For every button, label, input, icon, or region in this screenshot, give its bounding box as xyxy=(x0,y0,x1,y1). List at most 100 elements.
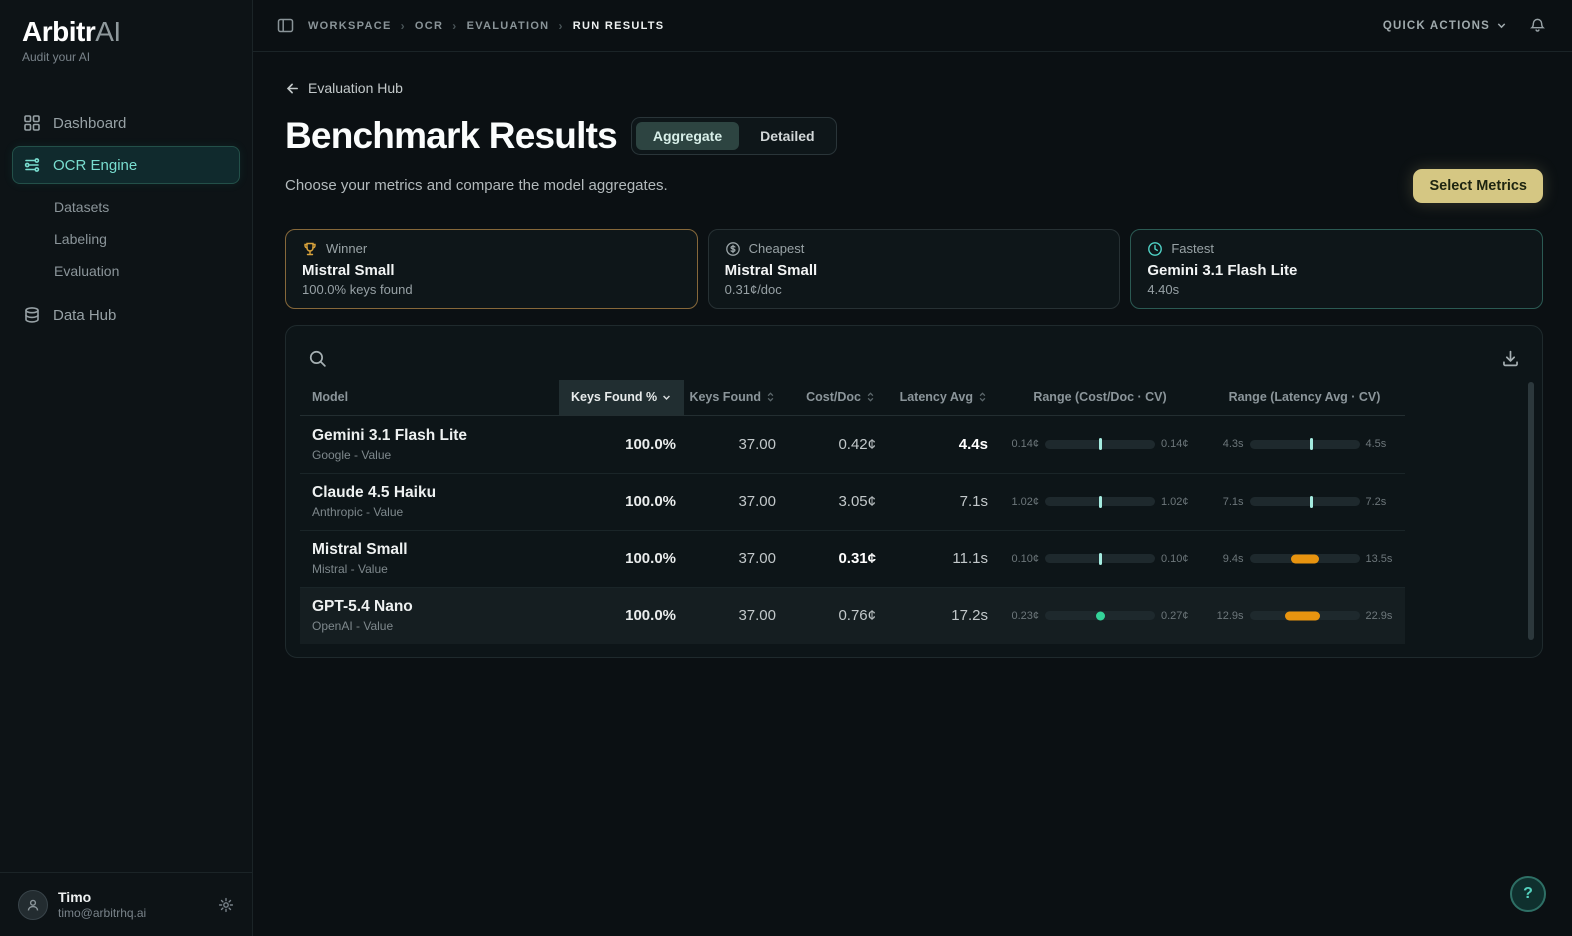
main-content: Evaluation Hub Benchmark Results Aggrega… xyxy=(253,52,1572,658)
range-max-label: 13.5s xyxy=(1366,553,1400,565)
sort-updown-icon xyxy=(865,391,876,403)
sidebar-item-labeling[interactable]: Labeling xyxy=(12,224,240,254)
app-logo: ArbitrAI xyxy=(22,16,230,48)
cost-doc-value: 3.05¢ xyxy=(784,493,884,510)
breadcrumb-workspace[interactable]: WORKSPACE xyxy=(308,20,392,32)
dollar-icon xyxy=(725,241,741,257)
column-header-latency-avg[interactable]: Latency Avg xyxy=(884,380,996,415)
table-row-claude[interactable]: Claude 4.5 Haiku Anthropic - Value 100.0… xyxy=(300,473,1405,530)
sidebar-item-data-hub[interactable]: Data Hub xyxy=(12,296,240,334)
notifications-bell-icon[interactable] xyxy=(1529,17,1546,34)
download-button[interactable] xyxy=(1497,345,1524,372)
column-header-cost-doc[interactable]: Cost/Doc xyxy=(784,380,884,415)
search-button[interactable] xyxy=(304,345,331,372)
table-row-gemini[interactable]: Gemini 3.1 Flash Lite Google - Value 100… xyxy=(300,416,1405,473)
range-min-label: 0.14¢ xyxy=(1005,438,1039,450)
ocr-engine-icon xyxy=(23,156,41,174)
tab-aggregate[interactable]: Aggregate xyxy=(636,122,739,150)
table-header-row: Model Keys Found % Keys Found Cost/Doc xyxy=(300,380,1405,416)
page: WORKSPACE › OCR › EVALUATION › RUN RESUL… xyxy=(253,0,1572,936)
summary-card-model: Mistral Small xyxy=(302,262,681,279)
cost-range-track xyxy=(1045,440,1155,449)
table-scrollbar[interactable] xyxy=(1528,382,1534,640)
cost-doc-value: 0.31¢ xyxy=(784,550,884,567)
keys-found-pct-value: 100.0% xyxy=(559,436,684,453)
sidebar-item-dashboard[interactable]: Dashboard xyxy=(12,104,240,142)
range-marker xyxy=(1291,554,1319,563)
keys-found-value: 37.00 xyxy=(684,550,784,567)
back-to-evaluation-hub-link[interactable]: Evaluation Hub xyxy=(285,80,403,96)
column-label: Range (Cost/Doc · CV) xyxy=(1033,390,1166,404)
select-metrics-button[interactable]: Select Metrics xyxy=(1413,169,1543,203)
breadcrumb-evaluation[interactable]: EVALUATION xyxy=(467,20,550,32)
breadcrumb: WORKSPACE › OCR › EVALUATION › RUN RESUL… xyxy=(308,19,664,33)
table-row-mistral[interactable]: Mistral Small Mistral - Value 100.0% 37.… xyxy=(300,530,1405,587)
column-header-model[interactable]: Model xyxy=(300,380,559,415)
quick-actions-menu[interactable]: QUICK ACTIONS xyxy=(1383,20,1507,32)
keys-found-value: 37.00 xyxy=(684,436,784,453)
range-max-label: 0.10¢ xyxy=(1161,553,1195,565)
summary-card-label: Fastest xyxy=(1171,241,1214,256)
sidebar-item-label: Evaluation xyxy=(54,263,119,279)
summary-card-fastest: Fastest Gemini 3.1 Flash Lite 4.40s xyxy=(1130,229,1543,309)
latency-range-track xyxy=(1250,440,1360,449)
sidebar: ArbitrAI Audit your AI Dashboard OCR Eng… xyxy=(0,0,253,936)
sidebar-item-label: Dashboard xyxy=(53,115,126,132)
keys-found-pct-value: 100.0% xyxy=(559,550,684,567)
cost-range: 0.23¢ 0.27¢ xyxy=(996,610,1204,622)
model-provider: Mistral - Value xyxy=(312,562,559,576)
column-label: Cost/Doc xyxy=(806,390,861,404)
column-header-range-cost: Range (Cost/Doc · CV) xyxy=(996,380,1204,415)
tab-detailed[interactable]: Detailed xyxy=(743,122,831,150)
latency-range: 7.1s 7.2s xyxy=(1204,496,1405,508)
sort-desc-icon xyxy=(661,392,672,403)
model-name: GPT-5.4 Nano xyxy=(312,598,559,616)
sidebar-item-evaluation[interactable]: Evaluation xyxy=(12,256,240,286)
keys-found-value: 37.00 xyxy=(684,607,784,624)
latency-avg-value: 7.1s xyxy=(884,493,996,510)
range-marker xyxy=(1099,496,1102,508)
summary-card-value: 0.31¢/doc xyxy=(725,282,1104,297)
user-profile[interactable]: Timo timo@arbitrhq.ai xyxy=(0,872,252,936)
summary-card-label: Winner xyxy=(326,241,367,256)
cost-range-track xyxy=(1045,554,1155,563)
summary-card-model: Gemini 3.1 Flash Lite xyxy=(1147,262,1526,279)
sidebar-item-datasets[interactable]: Datasets xyxy=(12,192,240,222)
range-min-label: 0.23¢ xyxy=(1005,610,1039,622)
cost-range: 1.02¢ 1.02¢ xyxy=(996,496,1204,508)
column-header-keys-found-pct[interactable]: Keys Found % xyxy=(559,380,684,415)
page-subtitle: Choose your metrics and compare the mode… xyxy=(285,177,668,194)
panel-toggle-icon[interactable] xyxy=(277,17,294,34)
sidebar-item-ocr-engine[interactable]: OCR Engine xyxy=(12,146,240,184)
avatar xyxy=(18,890,48,920)
arrow-left-icon xyxy=(285,81,300,96)
trophy-icon xyxy=(302,241,318,257)
logo-light: AI xyxy=(95,16,120,47)
sidebar-item-label: Datasets xyxy=(54,199,109,215)
sidebar-item-label: Labeling xyxy=(54,231,107,247)
column-header-keys-found[interactable]: Keys Found xyxy=(684,380,784,415)
breadcrumb-separator-icon: › xyxy=(401,19,406,33)
range-marker xyxy=(1099,553,1102,565)
app-tagline: Audit your AI xyxy=(22,50,230,64)
range-min-label: 4.3s xyxy=(1210,438,1244,450)
sidebar-subnav: Datasets Labeling Evaluation xyxy=(12,192,240,286)
summary-card-winner: Winner Mistral Small 100.0% keys found xyxy=(285,229,698,309)
model-name: Mistral Small xyxy=(312,541,559,559)
summary-cards: Winner Mistral Small 100.0% keys found C… xyxy=(285,229,1543,309)
cost-range-track xyxy=(1045,497,1155,506)
quick-actions-label: QUICK ACTIONS xyxy=(1383,20,1490,32)
range-min-label: 7.1s xyxy=(1210,496,1244,508)
help-button[interactable]: ? xyxy=(1510,876,1546,912)
cost-doc-value: 0.76¢ xyxy=(784,607,884,624)
breadcrumb-ocr[interactable]: OCR xyxy=(415,20,443,32)
range-min-label: 9.4s xyxy=(1210,553,1244,565)
view-toggle: Aggregate Detailed xyxy=(631,117,837,155)
breadcrumb-separator-icon: › xyxy=(558,19,563,33)
range-min-label: 0.10¢ xyxy=(1005,553,1039,565)
results-table-card: Model Keys Found % Keys Found Cost/Doc xyxy=(285,325,1543,658)
page-title: Benchmark Results xyxy=(285,115,617,157)
range-max-label: 0.14¢ xyxy=(1161,438,1195,450)
settings-gear-icon[interactable] xyxy=(218,897,234,913)
table-row-gpt[interactable]: GPT-5.4 Nano OpenAI - Value 100.0% 37.00… xyxy=(300,587,1405,644)
